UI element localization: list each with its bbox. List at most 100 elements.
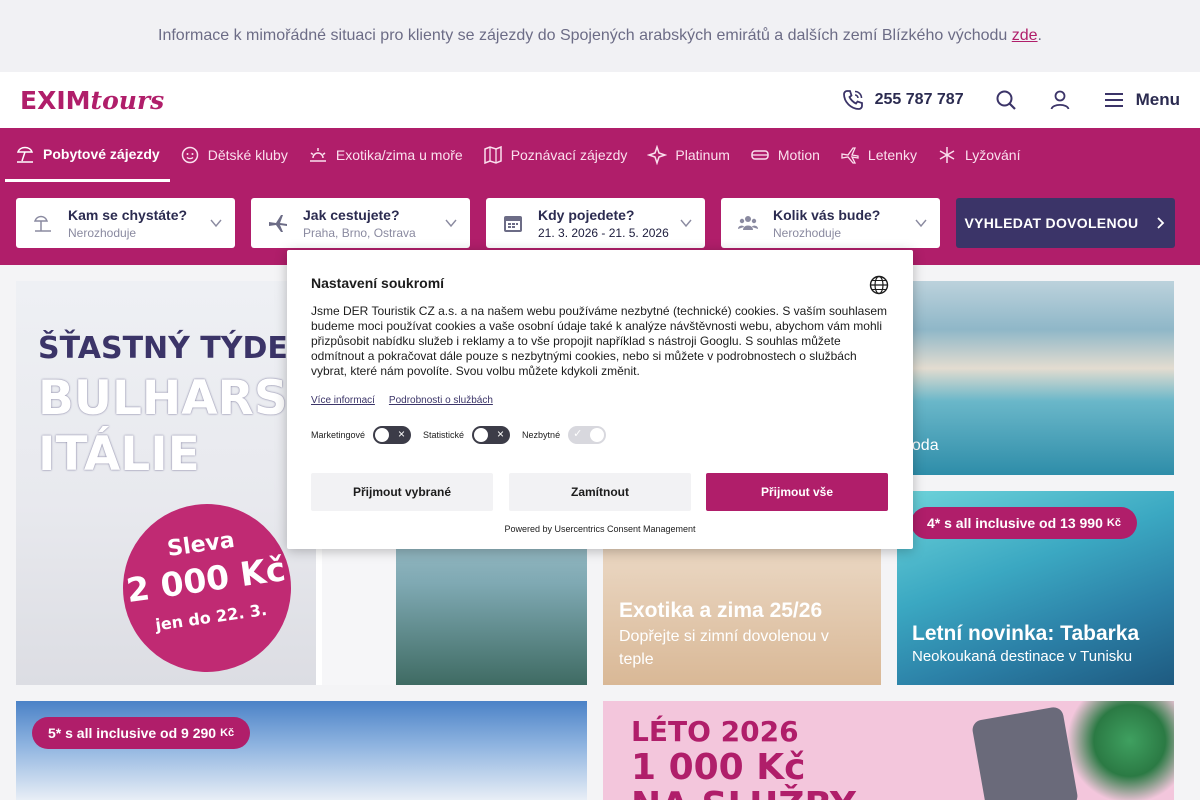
user-icon[interactable] [1048,88,1072,112]
sparkle-icon [647,145,668,165]
powered-by-text: Powered by Usercentrics Consent Manageme… [504,524,696,534]
palm-image [1063,701,1174,800]
nav-item-label: Motion [777,147,820,163]
phone-number: 255 787 787 [874,91,964,108]
close-icon: × [398,427,406,441]
consent-dialog: Nastavení soukromí Jsme DER Touristik CZ… [287,250,913,549]
date-value: 21. 3. 2026 - 21. 5. 2026 [538,225,669,240]
search-button-label: VYHLEDAT DOVOLENOU [964,215,1139,231]
calendar-icon [504,216,522,232]
motion-icon [751,150,769,160]
snowflake-icon [939,147,955,163]
nav-item-label: Platinum [675,147,730,163]
logo-tours: tours [90,86,165,115]
nav-item-label: Exotika/zima u moře [335,147,463,163]
menu-label: Menu [1135,90,1180,109]
price-badge-unit: Kč [220,727,235,739]
nav-item-platinum[interactable]: Platinum [637,128,739,182]
nav-item-detske-kluby[interactable]: Dětské kluby [170,128,298,182]
chevron-down-icon [915,219,927,228]
nav-item-label: Pobytové zájezdy [43,145,160,162]
transport-label: Jak cestujete? [303,206,400,223]
date-field[interactable]: Kdy pojedete? 21. 3. 2026 - 21. 5. 2026 [486,198,705,248]
price-badge: 5* s all inclusive od 9 290 Kč [32,717,251,749]
nav-item-letenky[interactable]: Letenky [830,128,927,182]
tabarka-title: Letní novinka: Tabarka [912,622,1140,645]
promo-line-2: BULHARSK [38,371,325,426]
statistics-switch[interactable]: × [472,426,511,444]
site-header: EXIMtours 255 787 787 Menu [0,72,1200,128]
nav-item-exotika[interactable]: Exotika/zima u moře [298,128,473,182]
price-badge: 4* s all inclusive od 13 990 Kč [911,507,1137,539]
exim-tours-logo[interactable]: EXIMtours [20,86,164,115]
statistics-toggle-label: Statistické [423,430,465,440]
phone-link[interactable]: 255 787 787 [841,88,964,112]
check-icon: ✓ [573,428,583,440]
chevron-down-icon [445,219,457,228]
marketing-switch[interactable]: × [373,426,412,444]
nav-item-poznavaci-zajezdy[interactable]: Poznávací zájezdy [473,128,638,182]
reject-button[interactable]: Zamítnout [509,473,691,511]
menu-button[interactable]: Menu [1102,88,1180,112]
date-label: Kdy pojedete? [538,206,635,223]
people-label: Kolik vás bude? [773,206,881,223]
nav-item-label: Dětské kluby [207,147,288,163]
people-field[interactable]: Kolik vás bude? Nerozhoduje [721,198,940,248]
transport-field[interactable]: Jak cestujete? Praha, Brno, Ostrava [251,198,470,248]
language-globe-icon[interactable] [869,275,889,295]
search-holiday-button[interactable]: VYHLEDAT DOVOLENOU [956,198,1175,248]
map-icon [483,145,502,165]
promo-line-1: ŠŤASTNÝ TÝDEN [38,331,313,366]
plane-icon [841,147,859,164]
search-form: Kam se chystáte? Nerozhoduje Jak cestuje… [16,198,1175,248]
consent-title: Nastavení soukromí [311,275,445,291]
chevron-right-icon [1157,217,1165,229]
nav-item-pobytove-zajezdy[interactable]: Pobytové zájezdy [5,128,170,182]
people-icon [738,216,758,230]
people-value: Nerozhoduje [773,225,842,240]
destination-icon [33,215,51,232]
destination-field[interactable]: Kam se chystáte? Nerozhoduje [16,198,235,248]
plane-icon [269,215,287,232]
summer-line-2: 1 000 Kč [631,747,806,788]
close-icon: × [497,427,505,441]
necessary-toggle-label: Nezbytné [522,430,561,440]
nav-item-label: Poznávací zájezdy [510,147,628,163]
nav-item-lyzovani[interactable]: Lyžování [927,128,1031,182]
price-badge-text: 4* s all inclusive od 13 990 [927,515,1103,531]
beach-umbrella-icon [16,146,34,163]
accept-selected-button[interactable]: Přijmout vybrané [311,473,493,511]
phone-icon [842,90,863,110]
transport-value: Praha, Brno, Ostrava [303,225,416,240]
sun-icon [309,148,326,162]
hamburger-icon [1104,93,1123,107]
logo-exim: EXIM [20,86,91,115]
search-icon[interactable] [994,88,1018,112]
marketing-toggle-label: Marketingové [311,430,366,440]
promo-tile-summer-2026[interactable]: LÉTO 2026 1 000 Kč NA SLUŽBY [603,701,1174,800]
promo-tile-beach[interactable]: hoda [897,281,1174,475]
promo-tile-tabarka[interactable]: 4* s all inclusive od 13 990 Kč Letní nov… [897,491,1174,685]
info-banner-text: Informace k mimořádné situaci pro klient… [158,27,1008,44]
statistics-toggle[interactable]: Statistické × [423,426,511,444]
marketing-toggle[interactable]: Marketingové × [311,426,412,444]
discount-badge: Sleva 2 000 Kč jen do 22. 3. [112,493,302,683]
chevron-down-icon [680,219,692,228]
nav-item-label: Lyžování [964,147,1021,163]
destination-value: Nerozhoduje [68,225,137,240]
kids-club-icon [181,146,198,164]
exotika-title: Exotika a zima 25/26 [619,599,823,622]
nav-item-motion[interactable]: Motion [740,128,830,182]
necessary-switch: ✓ [568,426,607,444]
info-banner: Informace k mimořádné situaci pro klient… [0,0,1200,72]
info-banner-link[interactable]: zde [1012,27,1038,45]
accept-all-button[interactable]: Přijmout vše [706,473,888,511]
more-info-link[interactable]: Více informací [311,395,375,406]
service-details-link[interactable]: Podrobnosti o službách [389,395,493,406]
consent-body: Jsme DER Touristik CZ a.s. a na našem we… [311,304,888,378]
promo-tile-all-inclusive[interactable]: 5* s all inclusive od 9 290 Kč [16,701,587,800]
chevron-down-icon [210,219,222,228]
necessary-toggle: Nezbytné ✓ [522,426,607,444]
tabarka-subtitle: Neokoukaná destinace v Tunisku [912,648,1133,665]
price-badge-unit: Kč [1106,517,1121,529]
